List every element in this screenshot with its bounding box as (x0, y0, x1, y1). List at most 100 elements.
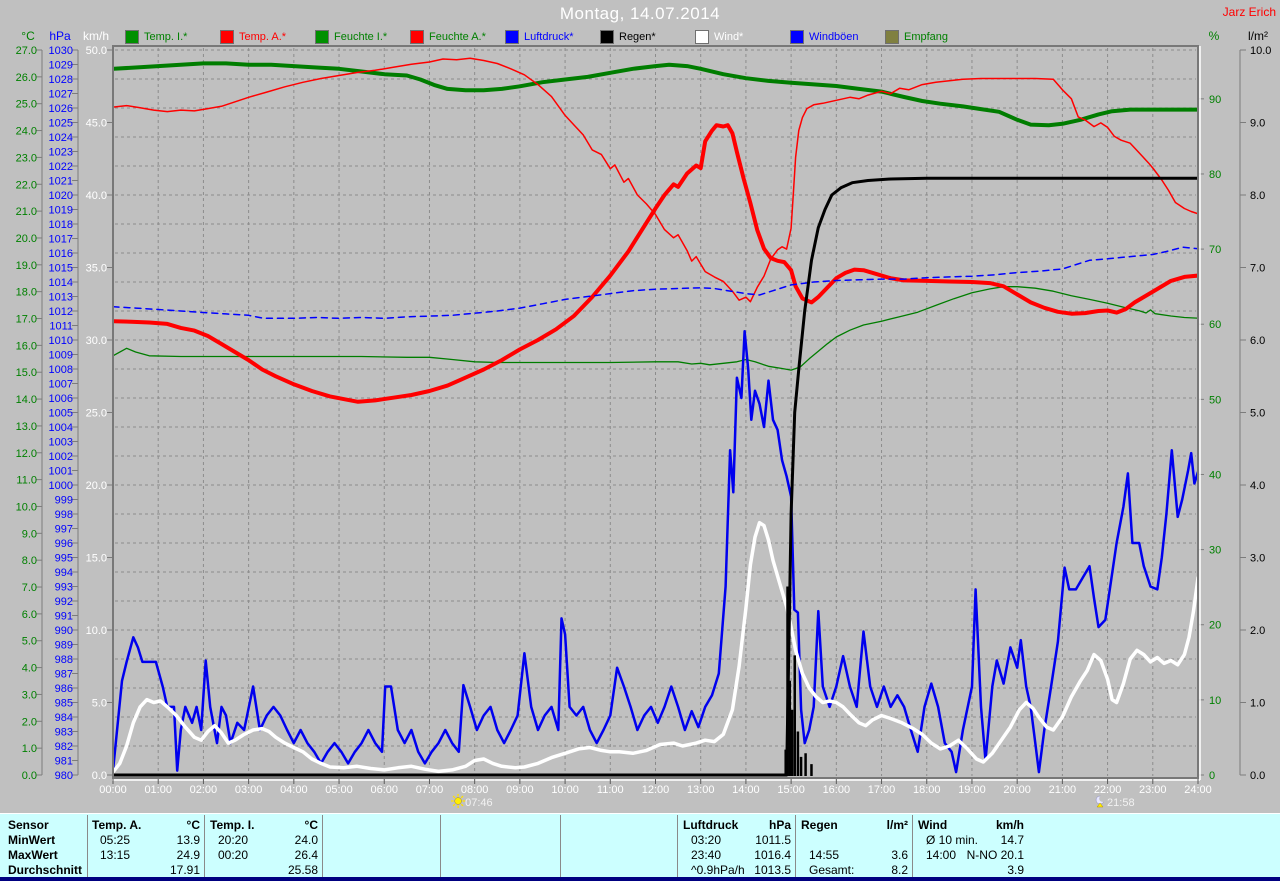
svg-text:984: 984 (55, 712, 73, 724)
sunset-icon (1095, 795, 1106, 808)
axis-degC: 0.0 1.0 2.0 3.0 4.0 5.0 6.0 7.0 8.0 9.0 10.0 11.0 12… (16, 45, 43, 782)
svg-text:1003: 1003 (49, 437, 73, 449)
svg-text:20.0: 20.0 (86, 480, 107, 492)
svg-text:20:00: 20:00 (1003, 784, 1031, 796)
column-unit: km/h (995, 818, 1024, 832)
svg-text:23:00: 23:00 (1139, 784, 1167, 796)
svg-text:1011: 1011 (49, 321, 73, 333)
sun-time-label: 21:58 (1107, 797, 1135, 809)
svg-text:50.0: 50.0 (86, 45, 107, 57)
table-cell-value: 17.91 (169, 863, 200, 877)
table-separator (322, 815, 323, 877)
svg-text:1004: 1004 (49, 422, 73, 434)
svg-text:1020: 1020 (49, 190, 73, 202)
svg-text:2.0: 2.0 (22, 716, 37, 728)
legend-label: Wind* (714, 31, 744, 43)
svg-text:17:00: 17:00 (868, 784, 896, 796)
svg-text:7.0: 7.0 (1250, 263, 1265, 275)
svg-text:1014: 1014 (49, 277, 73, 289)
svg-text:16.0: 16.0 (16, 340, 37, 352)
svg-text:10:00: 10:00 (551, 784, 579, 796)
svg-text:20: 20 (1209, 620, 1221, 632)
svg-text:1026: 1026 (49, 103, 73, 115)
svg-text:1012: 1012 (49, 306, 73, 318)
svg-text:24:00: 24:00 (1184, 784, 1212, 796)
column-unit: °C (186, 818, 200, 832)
sunrise-marker: 07:46 (451, 794, 493, 809)
svg-text:999: 999 (55, 495, 73, 507)
axis-hpa: 980 981 982 983 984 985 986 987 988 989 990 991 992 9… (49, 45, 79, 782)
sunset-marker: 21:58 (1095, 795, 1135, 809)
legend-item-feuchte-a[interactable]: Feuchte A.* (410, 30, 486, 44)
svg-text:1013: 1013 (49, 292, 73, 304)
legend-item-temp-a[interactable]: Temp. A.* (220, 30, 286, 44)
legend-swatch (790, 30, 804, 44)
legend-item-empfang[interactable]: Empfang (885, 30, 948, 44)
sunrise-icon (451, 794, 466, 808)
svg-text:8.0: 8.0 (22, 555, 37, 567)
legend-item-regen[interactable]: Regen* (600, 30, 656, 44)
table-cell-value: 8.2 (891, 863, 908, 877)
svg-text:19.0: 19.0 (16, 260, 37, 272)
svg-text:30: 30 (1209, 545, 1221, 557)
legend-item-wind[interactable]: Wind* (695, 30, 743, 44)
svg-text:4.0: 4.0 (1250, 480, 1265, 492)
svg-text:00:00: 00:00 (99, 784, 127, 796)
svg-text:90: 90 (1209, 94, 1221, 106)
svg-text:10.0: 10.0 (16, 501, 37, 513)
svg-text:10: 10 (1209, 695, 1221, 707)
svg-text:992: 992 (55, 596, 73, 608)
svg-text:1005: 1005 (49, 408, 73, 420)
legend-swatch (125, 30, 139, 44)
svg-text:25.0: 25.0 (86, 408, 107, 420)
svg-text:23.0: 23.0 (16, 152, 37, 164)
svg-text:01:00: 01:00 (144, 784, 172, 796)
sun-time-label: 07:46 (465, 797, 493, 809)
svg-text:1002: 1002 (49, 451, 73, 463)
legend-item-windb-en[interactable]: Windböen (790, 30, 859, 44)
svg-text:22.0: 22.0 (16, 179, 37, 191)
svg-text:7.0: 7.0 (22, 582, 37, 594)
table-separator (560, 815, 561, 877)
svg-text:11:00: 11:00 (597, 784, 624, 796)
svg-text:5.0: 5.0 (92, 698, 107, 710)
svg-text:1001: 1001 (49, 466, 73, 478)
legend-item-temp-i[interactable]: Temp. I.* (125, 30, 187, 44)
svg-text:1015: 1015 (49, 263, 73, 275)
legend-label: Luftdruck* (524, 31, 574, 43)
svg-text:02:00: 02:00 (190, 784, 218, 796)
legend-label: Empfang (904, 31, 949, 43)
legend-item-feuchte-i[interactable]: Feuchte I.* (315, 30, 387, 44)
svg-text:987: 987 (55, 669, 73, 681)
svg-text:08:00: 08:00 (461, 784, 489, 796)
svg-text:12:00: 12:00 (642, 784, 670, 796)
svg-text:18:00: 18:00 (913, 784, 941, 796)
weather-chart: °C hPa km/h% l/m²0.01.02.03.04.05.06.07.08.… (16, 29, 1272, 809)
table-cell-value: 24.0 (294, 833, 318, 847)
table-cell-value: 25.58 (287, 863, 318, 877)
legend-item-luftdruck[interactable]: Luftdruck* (505, 30, 574, 44)
legend-label: Feuchte I.* (334, 31, 388, 43)
svg-text:14.0: 14.0 (16, 394, 37, 406)
table-cell-value: 1011.5 (755, 833, 791, 847)
app-window: Montag, 14.07.2014 Jarz Erich Temp. I.* T… (0, 0, 1280, 881)
svg-text:21.0: 21.0 (16, 206, 37, 218)
svg-text:1018: 1018 (49, 219, 73, 231)
svg-text:1028: 1028 (49, 74, 73, 86)
column-unit: °C (304, 818, 318, 832)
table-cell-value: 14.7 (1000, 833, 1024, 847)
svg-text:1000: 1000 (49, 480, 73, 492)
table-cell-value: N-NO 20.1 (966, 848, 1024, 862)
svg-text:1006: 1006 (49, 393, 73, 405)
svg-text:991: 991 (55, 611, 73, 623)
axis-pct: 0 10 20 30 40 50 60 70 80 90 (1198, 94, 1221, 782)
svg-text:5.0: 5.0 (1250, 408, 1265, 420)
svg-text:45.0: 45.0 (86, 118, 107, 130)
svg-text:3.0: 3.0 (22, 689, 37, 701)
svg-text:5.0: 5.0 (22, 636, 37, 648)
row-header: Sensor (8, 818, 49, 832)
svg-text:24.0: 24.0 (16, 126, 37, 138)
stats-table: Sensor MinWert MaxWert Durchschnitt Temp. A.… (0, 813, 1280, 878)
svg-text:20.0: 20.0 (16, 233, 37, 245)
svg-text:0.0: 0.0 (1250, 770, 1265, 782)
